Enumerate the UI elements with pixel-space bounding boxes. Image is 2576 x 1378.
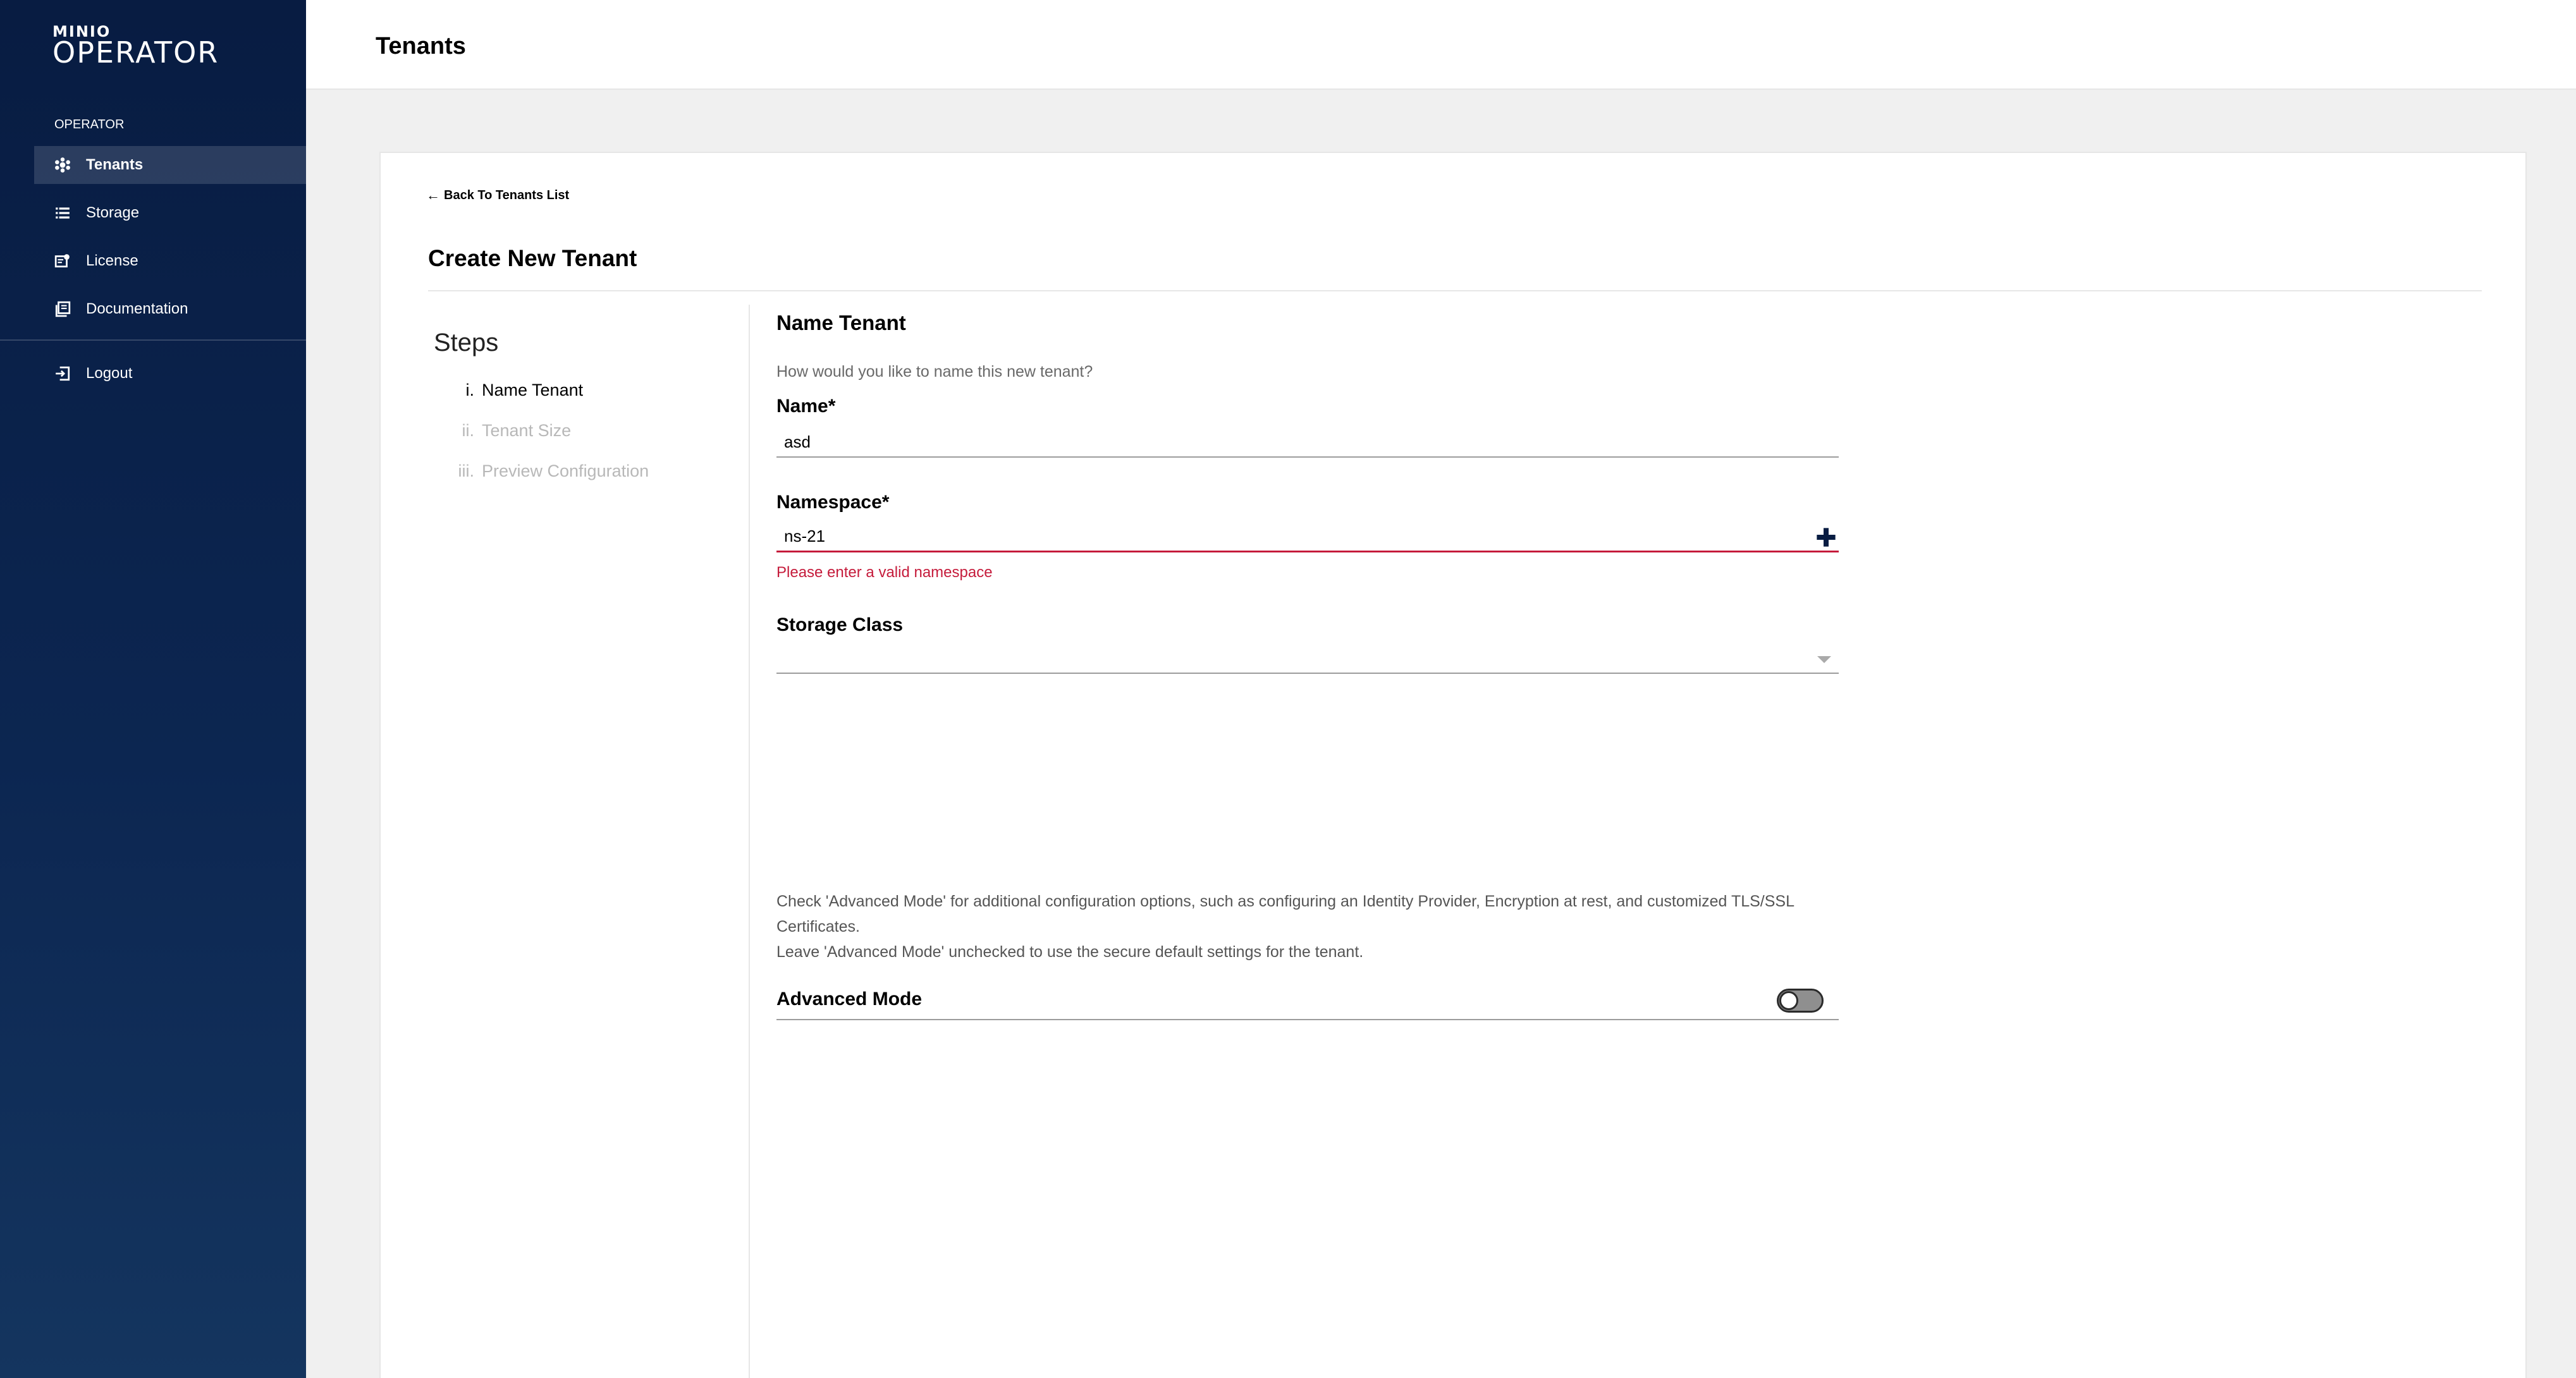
storage-icon (53, 204, 72, 223)
step-number: ii. (462, 421, 475, 440)
tenants-icon (53, 155, 72, 174)
step-name-tenant[interactable]: i. Name Tenant (435, 381, 584, 400)
logout-label: Logout (86, 365, 133, 382)
step-tenant-size: ii. Tenant Size (435, 421, 572, 441)
sidebar-item-license[interactable]: License (34, 242, 306, 280)
sidebar-item-label: Storage (86, 204, 140, 221)
steps-title: Steps (434, 329, 499, 357)
name-field (776, 427, 1839, 458)
sidebar: MINIO OPERATOR OPERATOR Tenants Storage … (0, 0, 306, 1378)
advanced-info-line2: Leave 'Advanced Mode' unchecked to use t… (776, 943, 1364, 961)
storage-class-select[interactable] (776, 643, 1839, 674)
step-label: Tenant Size (482, 421, 572, 440)
sidebar-item-label: License (86, 252, 138, 269)
documentation-icon (53, 300, 72, 319)
advanced-mode-toggle[interactable] (1777, 989, 1824, 1013)
namespace-label: Namespace* (776, 492, 890, 513)
advanced-info-line1: Check 'Advanced Mode' for additional con… (776, 893, 1794, 936)
create-tenant-card: ← Back To Tenants List Create New Tenant… (379, 152, 2527, 1378)
logout-button[interactable]: Logout (34, 355, 306, 393)
namespace-input[interactable] (776, 527, 1839, 546)
steps-divider (749, 305, 750, 1378)
license-icon (53, 252, 72, 271)
advanced-mode-label: Advanced Mode (776, 989, 923, 1009)
form-hint: How would you like to name this new tena… (776, 363, 1093, 381)
advanced-mode-info: Check 'Advanced Mode' for additional con… (776, 889, 1877, 965)
back-to-tenants-link[interactable]: ← Back To Tenants List (426, 187, 569, 204)
header: Tenants (306, 0, 2576, 90)
back-link-label: Back To Tenants List (444, 188, 570, 202)
storage-class-label: Storage Class (776, 614, 904, 635)
page-title: Create New Tenant (428, 245, 637, 271)
arrow-left-icon: ← (426, 187, 440, 203)
sidebar-item-label: Tenants (86, 156, 144, 173)
sidebar-item-label: Documentation (86, 300, 188, 317)
advanced-mode-row: Advanced Mode (776, 989, 1839, 1020)
sidebar-divider (0, 339, 306, 341)
logout-icon (53, 364, 72, 383)
namespace-error-text: Please enter a valid namespace (776, 564, 993, 581)
sidebar-section-label: OPERATOR (54, 118, 125, 131)
step-number: iii. (458, 461, 475, 480)
sidebar-item-storage[interactable]: Storage (34, 194, 306, 232)
toggle-knob (1779, 991, 1798, 1010)
namespace-field (776, 522, 1839, 552)
logo-product: OPERATOR (52, 35, 219, 70)
sidebar-item-documentation[interactable]: Documentation (34, 290, 306, 328)
step-number: i. (465, 381, 475, 399)
title-divider (428, 290, 2482, 291)
page-header-title: Tenants (376, 33, 466, 59)
form-title: Name Tenant (776, 311, 906, 334)
step-label: Name Tenant (482, 381, 584, 399)
step-label: Preview Configuration (482, 461, 649, 480)
name-input[interactable] (776, 432, 1839, 452)
name-label: Name* (776, 396, 836, 417)
chevron-down-icon (1817, 656, 1831, 663)
step-preview-configuration: iii. Preview Configuration (435, 461, 649, 481)
sidebar-item-tenants[interactable]: Tenants (34, 146, 306, 184)
add-namespace-plus-icon[interactable] (1816, 527, 1836, 547)
minio-operator-logo[interactable]: MINIO OPERATOR (52, 23, 219, 67)
